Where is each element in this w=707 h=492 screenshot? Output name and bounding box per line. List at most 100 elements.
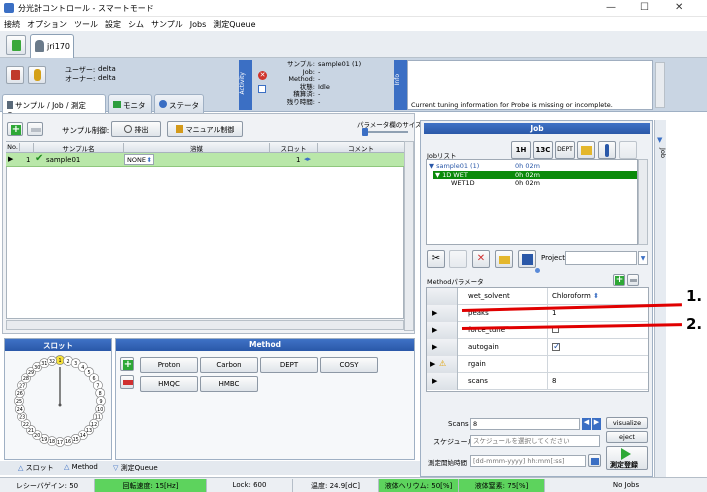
svg-text:2: 2 xyxy=(66,359,69,365)
calendar-icon[interactable] xyxy=(588,454,601,467)
scans-input[interactable] xyxy=(470,418,580,430)
svg-text:8: 8 xyxy=(99,391,102,397)
menu-connect[interactable]: 接続 xyxy=(0,17,23,30)
project-dropdown-icon[interactable]: ▼ xyxy=(638,251,648,265)
method-cosy-button[interactable]: COSY xyxy=(320,357,378,373)
tab-jri170[interactable]: jri170 xyxy=(30,34,74,58)
method-hmqc-button[interactable]: HMQC xyxy=(140,376,198,392)
user-value: delta xyxy=(98,65,116,73)
table-row[interactable]: ▶ 1 ✔ sample01 NONE ⬍ 1 ◂▸ xyxy=(6,153,404,167)
project-label: Project xyxy=(541,254,565,262)
slot-arrows-icon[interactable]: ◂▸ xyxy=(304,155,311,163)
tab-monitor[interactable]: モニタ xyxy=(108,94,152,114)
copy-icon[interactable] xyxy=(449,250,467,268)
manual-icon xyxy=(175,125,183,133)
delete-icon[interactable]: ✕ xyxy=(472,250,490,268)
job-tree-child[interactable]: WET1D 0h 02m xyxy=(451,179,637,188)
col-slot[interactable]: スロット xyxy=(270,143,318,153)
remove-method-button[interactable] xyxy=(120,375,134,389)
menu-options[interactable]: オプション xyxy=(23,17,70,30)
svg-text:14: 14 xyxy=(80,433,86,439)
menu-shim[interactable]: シム xyxy=(124,17,147,30)
tool-dept-button[interactable]: DEPT xyxy=(555,141,575,159)
edit-disabled-icon[interactable] xyxy=(619,141,637,159)
menu-sample[interactable]: サンプル xyxy=(147,17,186,30)
start-time-input[interactable] xyxy=(470,455,586,467)
splitter-handle[interactable] xyxy=(535,268,540,273)
schedule-select[interactable] xyxy=(470,435,600,447)
user-avatar-icon[interactable] xyxy=(28,66,46,84)
remove-param-button[interactable] xyxy=(627,274,639,286)
bottom-tabs: △ スロット △ Method ▽ 測定Queue xyxy=(0,461,420,475)
close-button[interactable]: ✕ xyxy=(675,2,683,13)
col-comment[interactable]: コメント xyxy=(318,143,404,153)
power-icon[interactable] xyxy=(6,66,24,84)
tube-icon[interactable] xyxy=(598,141,616,159)
param-row[interactable]: ▶ autogain ✓ xyxy=(427,339,648,356)
table-vscrollbar[interactable] xyxy=(404,141,414,331)
param-row[interactable]: ▶ scans 8 xyxy=(427,373,648,390)
folder-grid-icon[interactable] xyxy=(577,141,595,159)
menu-tools[interactable]: ツール xyxy=(70,17,101,30)
tab-slot[interactable]: △ スロット xyxy=(18,463,54,473)
row-sample-name[interactable]: sample01 xyxy=(46,156,80,164)
menu-jobs[interactable]: Jobs xyxy=(186,18,210,29)
svg-text:3: 3 xyxy=(74,361,77,367)
open-folder-icon[interactable] xyxy=(495,250,513,268)
menu-queue[interactable]: 測定Queue xyxy=(209,17,258,30)
method-carbon-button[interactable]: Carbon xyxy=(200,357,258,373)
minus-icon xyxy=(31,128,41,132)
method-dept-button[interactable]: DEPT xyxy=(260,357,318,373)
method-param-table: wet_solvent Chloroform ⬍ ▶ peaks 1 ▶ force_… xyxy=(426,287,649,392)
col-solvent[interactable]: 溶媒 xyxy=(124,143,270,153)
job-tree-selected[interactable]: ▼ 1D WET 0h 02m xyxy=(433,171,637,179)
tab-status[interactable]: ステータス xyxy=(154,94,204,121)
slot-wheel[interactable]: 1 2 34567891011121314151617181920212223242… xyxy=(5,352,111,460)
connect-icon[interactable] xyxy=(6,35,26,55)
param-row[interactable]: wet_solvent Chloroform ⬍ xyxy=(427,288,648,305)
add-sample-button[interactable]: + xyxy=(7,122,23,136)
job-tree-root[interactable]: ▼ sample01 (1) 0h 02m xyxy=(429,162,637,171)
add-param-button[interactable]: + xyxy=(613,274,625,286)
autogain-checkbox[interactable]: ✓ xyxy=(552,343,561,352)
scans-left-arrow[interactable]: ◀ xyxy=(582,418,591,430)
register-measurement-button[interactable]: 測定登録 xyxy=(606,446,648,470)
joblist-scrollbar[interactable] xyxy=(638,159,648,245)
info-scrollbar[interactable] xyxy=(655,62,665,108)
save-icon[interactable] xyxy=(518,250,536,268)
triangle-up-icon: △ xyxy=(18,464,24,472)
eject-job-button[interactable]: eject xyxy=(606,431,648,443)
minimize-button[interactable]: — xyxy=(606,2,616,13)
svg-text:4: 4 xyxy=(81,365,84,371)
eject-button[interactable]: 排出 xyxy=(111,121,161,137)
solvent-select[interactable]: NONE ⬍ xyxy=(124,154,154,165)
maximize-button[interactable]: ☐ xyxy=(640,2,649,13)
remove-sample-button[interactable] xyxy=(27,122,43,136)
project-select[interactable] xyxy=(565,251,637,265)
add-method-button[interactable]: + xyxy=(120,357,134,371)
method-hmbc-button[interactable]: HMBC xyxy=(200,376,258,392)
menu-settings[interactable]: 設定 xyxy=(101,17,124,30)
monitor-icon xyxy=(113,101,121,108)
col-sample-name[interactable]: サンプル名 xyxy=(34,143,124,153)
slider-thumb[interactable] xyxy=(362,128,368,136)
row-expand-icon[interactable]: ▶ xyxy=(8,155,13,163)
scissors-icon[interactable]: ✂ xyxy=(427,250,445,268)
method-proton-button[interactable]: Proton xyxy=(140,357,198,373)
tab-queue[interactable]: ▽ 測定Queue xyxy=(113,463,158,473)
visualize-button[interactable]: visualize xyxy=(606,417,648,429)
tab-sample-job-queue[interactable]: サンプル / Job / 測定Queue xyxy=(2,94,106,120)
tool-1h-button[interactable]: 1H xyxy=(511,141,531,159)
pane-tabs: サンプル / Job / 測定Queue モニタ ステータス xyxy=(0,92,407,121)
job-list: ▼ sample01 (1) 0h 02m ▼ 1D WET 0h 02m WET1… xyxy=(426,159,638,245)
tab-method[interactable]: △ Method xyxy=(64,463,98,471)
tool-13c-button[interactable]: 13C xyxy=(533,141,553,159)
scans-right-arrow[interactable]: ▶ xyxy=(592,418,601,430)
slot-32[interactable]: 32 xyxy=(47,355,57,366)
table-hscrollbar[interactable] xyxy=(6,320,404,330)
manual-control-button[interactable]: マニュアル制御 xyxy=(167,121,243,137)
param-width-slider[interactable] xyxy=(362,128,408,136)
row-slot[interactable]: 1 xyxy=(296,156,300,164)
job-side-strip[interactable]: ▼ Job xyxy=(654,120,667,477)
param-row[interactable]: ▶ ⚠ rgain xyxy=(427,356,648,373)
